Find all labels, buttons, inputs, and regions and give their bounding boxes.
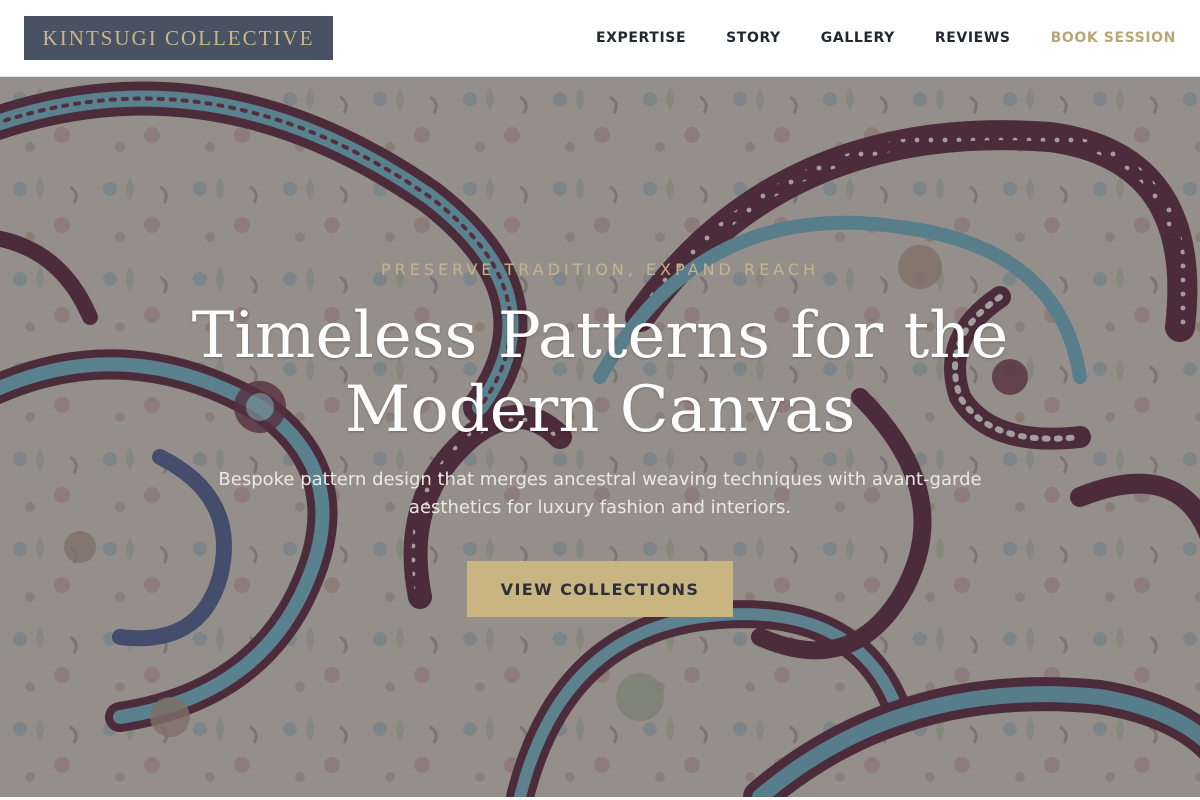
hero-subtitle-line-1: Bespoke pattern design that merges ances… [218,469,982,490]
hero-subtitle: Bespoke pattern design that merges ances… [200,466,1000,522]
nav-gallery[interactable]: GALLERY [821,30,895,46]
hero-eyebrow: PRESERVE TRADITION, EXPAND REACH [380,260,820,279]
brand-logo[interactable]: KINTSUGI COLLECTIVE [24,16,333,60]
hero-headline-line-1: Timeless Patterns for the [191,299,1009,373]
hero-section: PRESERVE TRADITION, EXPAND REACH Timeles… [0,77,1200,797]
hero-headline-line-2: Modern Canvas [344,373,856,447]
main-nav: EXPERTISE STORY GALLERY REVIEWS BOOK SES… [556,30,1176,46]
hero-subtitle-line-2: aesthetics for luxury fashion and interi… [408,497,792,518]
hero-content: PRESERVE TRADITION, EXPAND REACH Timeles… [0,77,1200,797]
nav-expertise[interactable]: EXPERTISE [596,30,686,46]
site-header: KINTSUGI COLLECTIVE EXPERTISE STORY GALL… [0,0,1200,77]
nav-reviews[interactable]: REVIEWS [935,30,1011,46]
view-collections-button[interactable]: VIEW COLLECTIONS [467,561,733,617]
hero-headline: Timeless Patterns for the Modern Canvas [150,299,1050,447]
nav-story[interactable]: STORY [726,30,781,46]
nav-book-session[interactable]: BOOK SESSION [1051,30,1176,46]
